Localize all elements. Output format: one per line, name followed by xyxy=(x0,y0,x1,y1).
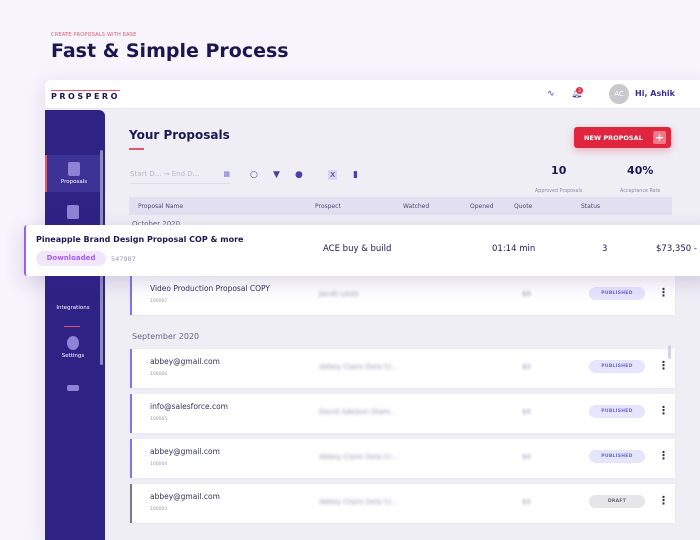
quote: $0 xyxy=(522,290,531,298)
stat-value: 40% xyxy=(627,164,654,177)
stat-label: Approved Proposals xyxy=(535,189,583,194)
highlighted-proposal-card[interactable]: Pineapple Brand Design Proposal COP & mo… xyxy=(24,225,700,276)
image-icon xyxy=(67,205,79,219)
status-badge: Downloaded xyxy=(36,251,106,266)
calendar-icon[interactable]: ▦ xyxy=(223,170,230,178)
proposal-name: abbey@gmail.com xyxy=(150,357,220,366)
table-row[interactable]: info@salesforce.com 100005 David Adelson D… xyxy=(130,394,675,433)
hero-eyebrow: CREATE PROPOSALS WITH EASE xyxy=(51,32,137,38)
opened-count: 3 xyxy=(602,244,608,254)
quote: $0 xyxy=(522,408,531,416)
quote: $0 xyxy=(522,363,531,371)
status-badge: PUBLISHED xyxy=(589,360,645,373)
sidebar-item-settings[interactable]: Settings xyxy=(45,336,101,359)
new-proposal-button[interactable]: NEW PROPOSAL + xyxy=(574,127,671,148)
status-badge: PUBLISHED xyxy=(589,405,645,418)
status-badge: PUBLISHED xyxy=(589,450,645,463)
quote: $0 xyxy=(522,498,531,506)
sidebar-item-proposals[interactable]: Proposals xyxy=(45,155,101,192)
title-underline xyxy=(129,148,144,150)
sidebar-item-integrations[interactable]: Integrations xyxy=(45,305,101,311)
prospect: Abbey Claire Dela Cr... xyxy=(319,498,398,506)
stat-approved: 10 Approved Proposals xyxy=(535,164,582,196)
trash-icon[interactable]: ▮ xyxy=(353,170,358,180)
prospect: Abbey Claire Dela Cr... xyxy=(319,363,398,371)
more-icon[interactable]: ⋮ xyxy=(658,404,669,417)
sidebar-item-more[interactable] xyxy=(45,385,101,394)
proposal-id: 100005 xyxy=(150,417,168,422)
sidebar-item-label: Proposals xyxy=(60,179,88,185)
column-header[interactable]: Opened xyxy=(470,203,494,210)
prospect: Jacob Louis xyxy=(319,290,359,298)
logo[interactable]: PROSPERO xyxy=(51,90,120,101)
avatar[interactable]: AC xyxy=(609,84,629,104)
column-header[interactable]: Quote xyxy=(514,203,532,210)
proposal-id: 100003 xyxy=(150,507,168,512)
quote: $73,350 - xyxy=(656,244,697,254)
proposal-name: abbey@gmail.com xyxy=(150,447,220,456)
more-icon[interactable]: ⋮ xyxy=(658,449,669,462)
proposal-name: abbey@gmail.com xyxy=(150,492,220,501)
date-range-input[interactable]: Start D... → End D... ▦ xyxy=(130,170,230,184)
quote: $0 xyxy=(522,453,531,461)
activity-icon[interactable]: ∿ xyxy=(547,89,555,99)
prospect: David Adelson Diam... xyxy=(319,408,397,416)
proposal-id: 100006 xyxy=(150,372,168,377)
stat-acceptance: 40% Acceptance Rate xyxy=(620,164,660,196)
status-badge: DRAFT xyxy=(589,495,645,508)
proposal-id: 100004 xyxy=(150,462,168,467)
excel-icon[interactable]: x xyxy=(328,170,338,180)
content-scrollbar[interactable] xyxy=(668,345,671,359)
sidebar-item-gallery[interactable] xyxy=(45,205,101,222)
column-header[interactable]: Status xyxy=(581,203,600,210)
stat-value: 10 xyxy=(551,164,567,177)
proposal-id: 547987 xyxy=(111,255,136,263)
end-date[interactable]: End D... xyxy=(172,170,200,178)
notification-badge: 3 xyxy=(576,87,583,94)
table-row[interactable]: abbey@gmail.com 100006 Abbey Claire Dela C… xyxy=(130,349,675,388)
new-proposal-label: NEW PROPOSAL xyxy=(584,134,643,142)
arrow-icon: → xyxy=(163,170,170,178)
status-badge: PUBLISHED xyxy=(589,287,645,300)
column-header[interactable]: Proposal Name xyxy=(138,203,183,210)
column-header[interactable]: Watched xyxy=(403,203,429,210)
app-window: PROSPERO ∿ 🔔︎ 3 AC Hi, Ashik Proposals I… xyxy=(45,80,700,540)
search-icon[interactable]: ○ xyxy=(250,170,258,180)
divider xyxy=(64,326,80,327)
more-icon[interactable]: ⋮ xyxy=(658,359,669,372)
table-header: Proposal Name Prospect Watched Opened Qu… xyxy=(129,197,672,215)
more-icon[interactable]: ⋮ xyxy=(658,286,669,299)
table-row[interactable]: abbey@gmail.com 100003 Abbey Claire Dela C… xyxy=(130,484,675,523)
stat-label: Acceptance Rate xyxy=(620,189,661,194)
watched-time: 01:14 min xyxy=(492,244,536,254)
sidebar-item-label: Settings xyxy=(61,353,85,359)
menu-icon xyxy=(67,385,79,391)
gear-icon xyxy=(67,336,79,350)
start-date[interactable]: Start D... xyxy=(130,170,161,178)
hero-headline: Fast & Simple Process xyxy=(51,40,289,62)
table-row[interactable]: Video Production Proposal COPY 100007 Jaco… xyxy=(130,276,675,315)
proposal-name: info@salesforce.com xyxy=(150,402,228,411)
prospect: Abbey Claire Dela Cr... xyxy=(319,453,398,461)
proposal-id: 100007 xyxy=(150,299,168,304)
plus-icon: + xyxy=(653,131,666,144)
filter-icon[interactable]: ▼ xyxy=(273,170,280,180)
user-icon[interactable]: ● xyxy=(295,170,303,180)
table-row[interactable]: abbey@gmail.com 100004 Abbey Claire Dela C… xyxy=(130,439,675,478)
document-icon xyxy=(68,162,80,176)
sidebar: Proposals Integrations Settings xyxy=(45,110,105,540)
column-header[interactable]: Prospect xyxy=(315,203,341,210)
more-icon[interactable]: ⋮ xyxy=(658,494,669,507)
prospect: ACE buy & build xyxy=(323,244,392,254)
page-title: Your Proposals xyxy=(129,128,230,142)
sidebar-item-label: Integrations xyxy=(56,305,90,311)
proposal-name: Video Production Proposal COPY xyxy=(150,284,270,293)
month-header: September 2020 xyxy=(132,332,200,341)
top-bar: PROSPERO ∿ 🔔︎ 3 AC Hi, Ashik xyxy=(45,80,700,109)
user-greeting[interactable]: Hi, Ashik xyxy=(635,89,675,98)
proposal-name: Pineapple Brand Design Proposal COP & mo… xyxy=(36,235,244,244)
